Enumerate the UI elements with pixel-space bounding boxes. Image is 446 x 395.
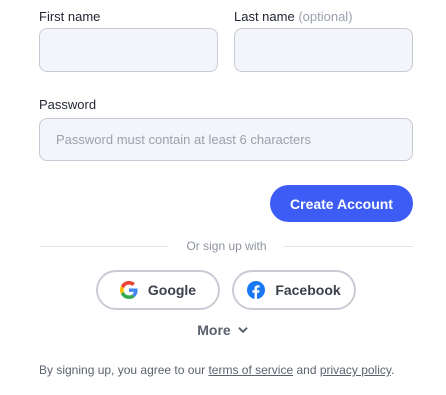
terms-suffix: . xyxy=(390,363,395,377)
terms-prefix: By signing up, you agree to our xyxy=(39,363,209,377)
first-name-label-text: First name xyxy=(39,9,101,24)
google-icon xyxy=(119,281,138,299)
password-input[interactable] xyxy=(39,118,413,161)
terms-of-service-link[interactable]: terms of service xyxy=(208,363,293,377)
chevron-down-icon xyxy=(237,324,249,336)
divider-label: Or sign up with xyxy=(186,239,267,253)
terms-middle: and xyxy=(293,363,320,377)
google-label: Google xyxy=(147,282,197,298)
privacy-policy-link[interactable]: privacy policy xyxy=(320,363,391,377)
divider-line-right xyxy=(284,246,413,247)
facebook-label: Facebook xyxy=(275,282,341,298)
terms-notice: By signing up, you agree to our terms of… xyxy=(39,363,394,377)
optional-hint: (optional) xyxy=(298,9,353,24)
first-name-input[interactable] xyxy=(39,28,218,72)
last-name-label-text: Last name xyxy=(234,9,295,24)
google-signup-button[interactable]: Google xyxy=(96,270,220,310)
create-account-label: Create Account xyxy=(290,195,393,212)
password-label-text: Password xyxy=(39,97,97,112)
last-name-input[interactable] xyxy=(234,28,413,72)
more-options-button[interactable]: More xyxy=(197,322,248,338)
facebook-icon xyxy=(247,281,266,299)
more-label: More xyxy=(197,322,231,338)
more-options: More xyxy=(0,322,446,338)
facebook-signup-button[interactable]: Facebook xyxy=(232,270,356,310)
last-name-label: Last name (optional) xyxy=(234,9,353,24)
password-label: Password xyxy=(39,97,96,112)
first-name-label: First name xyxy=(39,9,100,24)
signup-form: First name Last name (optional) Password… xyxy=(0,0,446,395)
create-account-button[interactable]: Create Account xyxy=(270,185,413,222)
